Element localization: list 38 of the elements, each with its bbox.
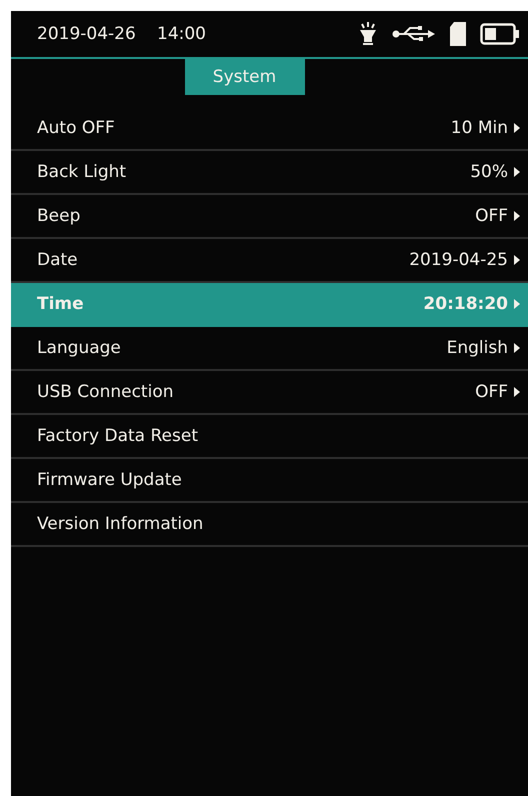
menu-value: 2019-04-25 [409,250,508,270]
menu-row[interactable]: USB Connection OFF [11,371,528,415]
sd-card-icon [450,22,466,46]
menu-row[interactable]: Auto OFF 10 Min [11,107,528,151]
menu-value: 10 Min [450,118,508,138]
arrow-icon [514,255,520,265]
menu-value: English [446,338,508,358]
menu-row[interactable]: Beep OFF [11,195,528,239]
menu-value: 20:18:20 [423,294,508,314]
menu-label: Language [37,338,121,358]
menu-label: Beep [37,206,80,226]
menu-value: OFF [475,206,508,226]
arrow-icon [514,123,520,133]
menu-value: OFF [475,382,508,402]
menu-label: Date [37,250,78,270]
arrow-icon [514,343,520,353]
arrow-icon [514,299,520,309]
status-date: 2019-04-26 [37,24,137,44]
menu-row[interactable]: Back Light 50% [11,151,528,195]
menu-label: Back Light [37,162,126,182]
menu-label: Firmware Update [37,470,182,490]
arrow-icon [514,387,520,397]
menu-label: Version Information [37,514,204,534]
flashlight-icon [358,21,378,47]
menu-label: Time [37,294,84,314]
status-time: 14:00 [157,24,206,44]
menu-row[interactable]: Version Information [11,503,528,547]
menu-row[interactable]: Factory Data Reset [11,415,528,459]
usb-icon [392,25,436,43]
menu-row[interactable]: Language English [11,327,528,371]
arrow-icon [514,211,520,221]
menu-label: Auto OFF [37,118,115,138]
menu-value: 50% [470,162,508,182]
menu-label: Factory Data Reset [37,426,198,446]
arrow-icon [514,167,520,177]
menu-row[interactable]: Firmware Update [11,459,528,503]
menu-label: USB Connection [37,382,174,402]
battery-icon [480,23,520,45]
